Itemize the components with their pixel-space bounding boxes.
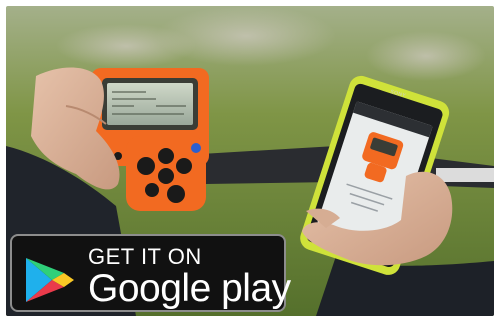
badge-store-name: Google play [88, 267, 291, 310]
detector-blue-indicator [191, 143, 201, 153]
google-play-icon [26, 258, 74, 302]
detector-button [158, 148, 174, 164]
detector-lcd [107, 83, 193, 125]
detector-button [176, 158, 192, 174]
blurred-light-spot [366, 31, 486, 81]
detector-button [137, 157, 155, 175]
page-frame: SONY GET IT ON Google play [0, 0, 500, 322]
detector-rod [436, 168, 494, 182]
detector-button [167, 185, 185, 203]
google-play-badge[interactable]: GET IT ON Google play [10, 234, 291, 312]
detector-button [145, 183, 159, 197]
blurred-light-spot [56, 24, 196, 68]
detector-button [158, 168, 174, 184]
